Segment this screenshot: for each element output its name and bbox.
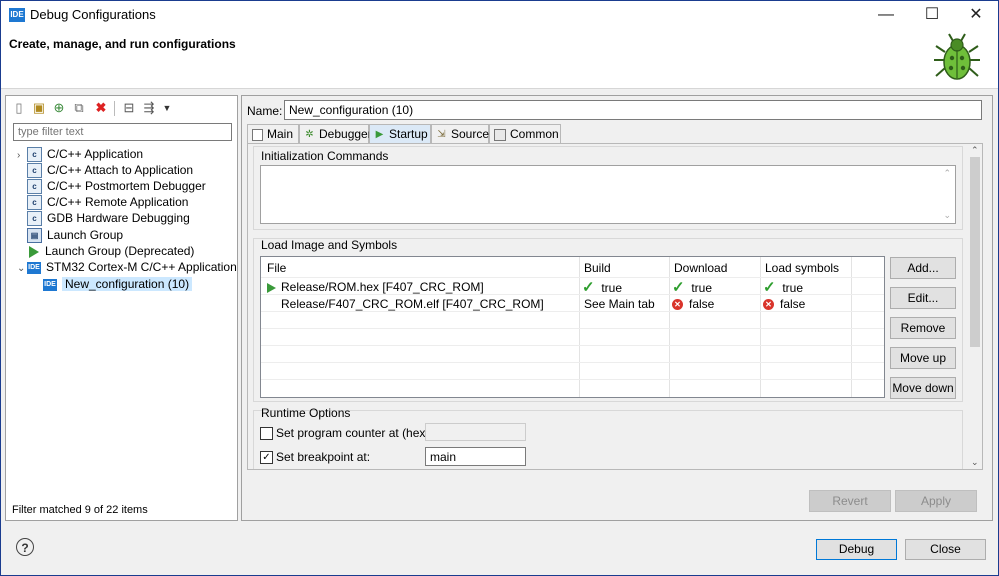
c-app-icon: c xyxy=(27,211,42,227)
set-pc-option[interactable]: Set program counter at (hex): xyxy=(260,426,433,441)
runtime-options-label: Runtime Options xyxy=(261,406,351,420)
ide-app-icon: IDE xyxy=(9,8,25,22)
export-icon[interactable]: ⊕ xyxy=(51,100,67,116)
help-icon[interactable]: ? xyxy=(16,538,34,556)
tree-item-gdb-hardware[interactable]: c GDB Hardware Debugging xyxy=(27,210,190,227)
ide-icon: IDE xyxy=(27,261,41,274)
c-app-icon: c xyxy=(27,163,42,179)
minimize-button[interactable]: — xyxy=(863,2,909,30)
column-header-load-symbols[interactable]: Load symbols xyxy=(765,261,839,275)
header-title: Create, manage, and run configurations xyxy=(9,37,236,51)
configuration-editor-pane: Name: Main ✲Debugger ▶Startup ⇲Source Co… xyxy=(241,95,993,521)
vertical-scrollbar[interactable]: ⌃ ⌄ xyxy=(968,144,982,469)
duplicate-icon[interactable]: ⧉ xyxy=(71,100,87,116)
pc-hex-input[interactable] xyxy=(425,423,526,441)
tree-item-new-configuration[interactable]: IDE New_configuration (10) xyxy=(43,276,193,292)
debug-button[interactable]: Debug xyxy=(816,539,897,560)
launch-group-icon: ▤ xyxy=(27,228,42,244)
check-icon: ✓ xyxy=(763,279,776,296)
filter-input[interactable] xyxy=(13,123,232,141)
scroll-down-icon[interactable]: ⌄ xyxy=(971,457,979,468)
new-prototype-icon[interactable]: ▣ xyxy=(31,100,47,116)
new-configuration-icon[interactable]: ▯ xyxy=(11,100,27,116)
dialog-header: Create, manage, and run configurations xyxy=(1,29,998,89)
tab-common[interactable]: Common xyxy=(489,124,561,143)
play-icon xyxy=(267,282,276,293)
load-image-label: Load Image and Symbols xyxy=(261,238,398,252)
table-row[interactable]: Release/ROM.hex [F407_CRC_ROM] ✓ true ✓ … xyxy=(261,278,884,296)
collapse-all-icon[interactable]: ⊟ xyxy=(121,100,137,116)
column-header-download[interactable]: Download xyxy=(674,261,727,275)
tab-main[interactable]: Main xyxy=(247,124,299,143)
column-header-build[interactable]: Build xyxy=(584,261,611,275)
edit-button[interactable]: Edit... xyxy=(890,287,956,309)
play-icon xyxy=(29,245,39,258)
init-commands-label: Initialization Commands xyxy=(261,149,389,163)
tab-source[interactable]: ⇲ Source xyxy=(431,124,489,143)
source-icon: ⇲ xyxy=(437,129,446,141)
set-breakpoint-checkbox[interactable]: ✓ xyxy=(260,451,273,465)
tree-item-c-remote[interactable]: c C/C++ Remote Application xyxy=(27,194,188,211)
tree-item-c-application[interactable]: › c C/C++ Application xyxy=(17,146,143,164)
tab-debugger[interactable]: ✲ Debugger xyxy=(299,124,372,143)
load-image-table: File Build Download Load symbols Release… xyxy=(260,256,885,398)
add-button[interactable]: Add... xyxy=(890,257,956,279)
set-pc-checkbox[interactable] xyxy=(260,427,273,441)
chevron-down-icon[interactable]: ▼ xyxy=(159,100,175,116)
filter-status: Filter matched 9 of 22 items xyxy=(12,504,148,516)
maximize-button[interactable]: ☐ xyxy=(909,2,955,30)
tree-item-launch-group[interactable]: ▤ Launch Group xyxy=(27,227,123,244)
name-label: Name: xyxy=(247,104,283,118)
tree-item-c-attach[interactable]: c C/C++ Attach to Application xyxy=(27,162,193,179)
revert-button[interactable]: Revert xyxy=(809,490,891,512)
check-icon: ✓ xyxy=(582,279,595,296)
delete-icon[interactable]: ✖ xyxy=(93,100,109,116)
set-breakpoint-option[interactable]: ✓ Set breakpoint at: xyxy=(260,450,370,465)
apply-button[interactable]: Apply xyxy=(895,490,977,512)
breakpoint-input[interactable] xyxy=(425,447,526,466)
filter-icon[interactable]: ⇶ xyxy=(141,100,157,116)
chevron-down-icon[interactable]: ⌄ xyxy=(17,261,27,277)
move-up-button[interactable]: Move up xyxy=(890,347,956,369)
tab-startup[interactable]: ▶ Startup xyxy=(369,124,431,143)
tree-item-c-postmortem[interactable]: c C/C++ Postmortem Debugger xyxy=(27,178,206,195)
toolbar-separator xyxy=(114,101,115,116)
configuration-tree-pane: ▯ ▣ ⊕ ⧉ ✖ ⊟ ⇶ ▼ ›cC/C++ Application cC/C… xyxy=(5,95,238,521)
bug-icon: ✲ xyxy=(305,129,314,141)
startup-tab-body: Initialization Commands ⌃ ⌄ Load Image a… xyxy=(247,143,983,470)
ide-icon: IDE xyxy=(43,278,57,291)
remove-button[interactable]: Remove xyxy=(890,317,956,339)
scrollbar-thumb[interactable] xyxy=(970,157,980,347)
common-icon xyxy=(494,128,506,141)
c-app-icon: c xyxy=(27,179,42,195)
table-row[interactable]: Release/F407_CRC_ROM.elf [F407_CRC_ROM] … xyxy=(261,295,884,311)
error-icon: ✕ xyxy=(763,299,774,311)
chevron-right-icon[interactable]: › xyxy=(17,148,27,164)
page-icon xyxy=(252,128,263,141)
name-input[interactable] xyxy=(284,100,982,120)
check-icon: ✓ xyxy=(672,279,685,296)
scroll-up-icon[interactable]: ⌃ xyxy=(971,145,979,156)
close-window-button[interactable]: ✕ xyxy=(953,2,999,30)
tree-item-launch-group-deprecated[interactable]: Launch Group (Deprecated) xyxy=(27,243,194,259)
close-button[interactable]: Close xyxy=(905,539,986,560)
move-down-button[interactable]: Move down xyxy=(890,377,956,399)
title-bar: IDE Debug Configurations — ☐ ✕ xyxy=(1,1,998,29)
scroll-down-icon[interactable]: ⌄ xyxy=(943,210,951,221)
column-header-file[interactable]: File xyxy=(267,261,286,275)
c-app-icon: c xyxy=(27,195,42,211)
scroll-up-icon[interactable]: ⌃ xyxy=(943,168,951,179)
init-commands-textarea[interactable]: ⌃ ⌄ xyxy=(260,165,956,224)
tree-item-stm32[interactable]: ⌄ IDE STM32 Cortex-M C/C++ Application xyxy=(17,259,237,275)
selected-item-label: New_configuration (10) xyxy=(62,277,193,291)
window-title: Debug Configurations xyxy=(30,7,156,22)
debug-bug-icon xyxy=(934,33,980,80)
c-app-icon: c xyxy=(27,147,42,163)
play-icon: ▶ xyxy=(375,129,384,141)
error-icon: ✕ xyxy=(672,299,683,311)
